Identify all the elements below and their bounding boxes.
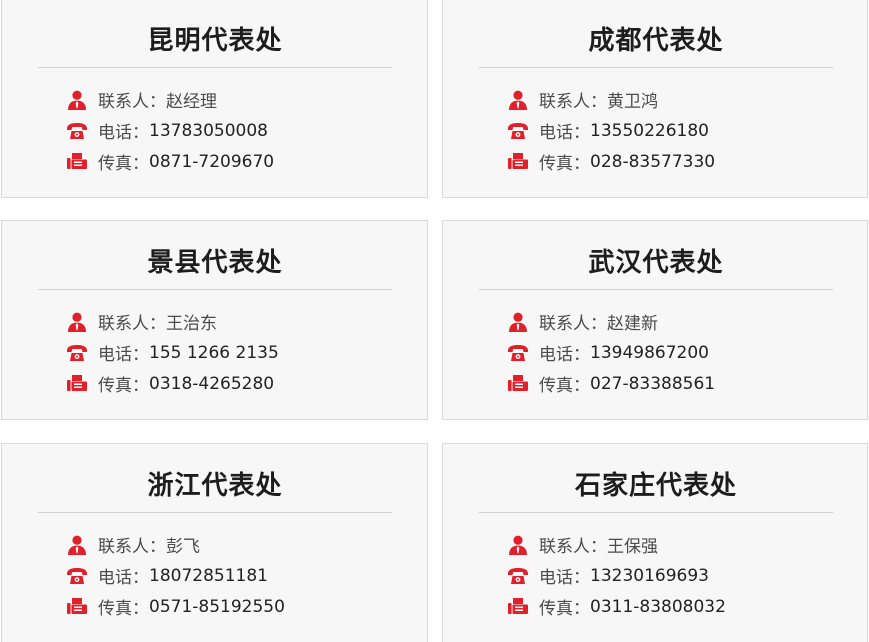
contact-row: 联系人： 王治东 xyxy=(66,306,279,337)
phone-row: 电话： 13949867200 xyxy=(507,337,715,368)
office-info: 联系人： 赵建新 电话： 13949867200 传真： 027-8338856… xyxy=(507,306,715,399)
fax-row: 传真： 0318-4265280 xyxy=(66,368,279,399)
phone-number[interactable]: 155 1266 2135 xyxy=(149,343,279,363)
contact-label: 联系人： xyxy=(539,314,607,334)
phone-label: 电话： xyxy=(539,568,590,588)
phone-icon xyxy=(66,120,88,142)
office-title: 景县代表处 xyxy=(147,248,283,278)
office-card: 成都代表处 联系人： 黄卫鸿 电话： 13550226180 传真： 028-8… xyxy=(442,0,868,198)
contact-name: 黄卫鸿 xyxy=(607,92,658,112)
office-card: 浙江代表处 联系人： 彭飞 电话： 18072851181 传真： 0571-8… xyxy=(1,443,428,642)
office-info: 联系人： 王治东 电话： 155 1266 2135 传真： 0318-4265… xyxy=(66,306,279,399)
contact-label: 联系人： xyxy=(98,537,166,557)
office-info: 联系人： 赵经理 电话： 13783050008 传真： 0871-720967… xyxy=(66,84,274,177)
fax-row: 传真： 0571-85192550 xyxy=(66,591,285,622)
person-icon xyxy=(66,89,88,111)
contact-label: 联系人： xyxy=(98,314,166,334)
phone-row: 电话： 13550226180 xyxy=(507,115,715,146)
fax-number: 0571-85192550 xyxy=(149,596,285,617)
fax-label: 传真： xyxy=(539,599,590,619)
phone-number[interactable]: 13550226180 xyxy=(590,121,709,141)
office-card: 武汉代表处 联系人： 赵建新 电话： 13949867200 传真： 027-8… xyxy=(442,220,868,420)
phone-icon xyxy=(66,342,88,364)
office-title: 武汉代表处 xyxy=(588,248,724,278)
fax-number: 0311-83808032 xyxy=(590,596,726,617)
office-title: 浙江代表处 xyxy=(147,471,283,501)
fax-icon xyxy=(507,151,529,173)
contact-row: 联系人： 赵经理 xyxy=(66,84,274,115)
person-icon xyxy=(66,311,88,333)
phone-number[interactable]: 13949867200 xyxy=(590,343,709,363)
fax-icon xyxy=(507,596,529,618)
fax-icon xyxy=(507,373,529,395)
contact-row: 联系人： 黄卫鸿 xyxy=(507,84,715,115)
contact-label: 联系人： xyxy=(539,92,607,112)
fax-row: 传真： 0871-7209670 xyxy=(66,146,274,177)
contact-row: 联系人： 赵建新 xyxy=(507,306,715,337)
person-icon xyxy=(507,534,529,556)
person-icon xyxy=(507,89,529,111)
contact-row: 联系人： 王保强 xyxy=(507,529,726,560)
divider xyxy=(38,67,392,68)
fax-row: 传真： 028-83577330 xyxy=(507,146,715,177)
office-title: 昆明代表处 xyxy=(147,26,283,56)
phone-number[interactable]: 13783050008 xyxy=(149,121,268,141)
fax-icon xyxy=(66,151,88,173)
phone-icon xyxy=(507,342,529,364)
phone-icon xyxy=(507,565,529,587)
divider xyxy=(38,512,392,513)
contact-name: 赵经理 xyxy=(166,92,217,112)
contact-name: 赵建新 xyxy=(607,314,658,334)
phone-number[interactable]: 13230169693 xyxy=(590,566,709,586)
phone-row: 电话： 13783050008 xyxy=(66,115,274,146)
contact-name: 王保强 xyxy=(607,537,658,557)
office-title: 石家庄代表处 xyxy=(574,471,737,501)
fax-number: 0871-7209670 xyxy=(149,151,275,172)
divider xyxy=(38,289,392,290)
contact-label: 联系人： xyxy=(539,537,607,557)
fax-label: 传真： xyxy=(98,376,149,396)
fax-label: 传真： xyxy=(539,376,590,396)
divider xyxy=(479,289,833,290)
fax-label: 传真： xyxy=(98,154,149,174)
office-info: 联系人： 王保强 电话： 13230169693 传真： 0311-838080… xyxy=(507,529,726,622)
phone-row: 电话： 155 1266 2135 xyxy=(66,337,279,368)
office-card: 昆明代表处 联系人： 赵经理 电话： 13783050008 传真： 0871-… xyxy=(1,0,428,198)
phone-label: 电话： xyxy=(539,345,590,365)
fax-row: 传真： 0311-83808032 xyxy=(507,591,726,622)
phone-label: 电话： xyxy=(98,345,149,365)
phone-row: 电话： 13230169693 xyxy=(507,560,726,591)
office-info: 联系人： 彭飞 电话： 18072851181 传真： 0571-8519255… xyxy=(66,529,285,622)
fax-label: 传真： xyxy=(98,599,149,619)
phone-label: 电话： xyxy=(98,123,149,143)
phone-icon xyxy=(66,565,88,587)
phone-icon xyxy=(507,120,529,142)
contact-name: 王治东 xyxy=(166,314,217,334)
office-card: 石家庄代表处 联系人： 王保强 电话： 13230169693 传真： 0311… xyxy=(442,443,868,642)
divider xyxy=(479,67,833,68)
fax-label: 传真： xyxy=(539,154,590,174)
contact-name: 彭飞 xyxy=(166,537,200,557)
contact-label: 联系人： xyxy=(98,92,166,112)
person-icon xyxy=(507,311,529,333)
fax-icon xyxy=(66,373,88,395)
office-card: 景县代表处 联系人： 王治东 电话： 155 1266 2135 传真： 031… xyxy=(1,220,428,420)
contact-row: 联系人： 彭飞 xyxy=(66,529,285,560)
person-icon xyxy=(66,534,88,556)
office-title: 成都代表处 xyxy=(588,26,724,56)
office-info: 联系人： 黄卫鸿 电话： 13550226180 传真： 028-8357733… xyxy=(507,84,715,177)
offices-page: 昆明代表处 联系人： 赵经理 电话： 13783050008 传真： 0871-… xyxy=(0,0,869,642)
divider xyxy=(479,512,833,513)
fax-number: 028-83577330 xyxy=(590,151,716,172)
fax-row: 传真： 027-83388561 xyxy=(507,368,715,399)
fax-number: 027-83388561 xyxy=(590,373,716,394)
fax-icon xyxy=(66,596,88,618)
fax-number: 0318-4265280 xyxy=(149,373,275,394)
phone-label: 电话： xyxy=(539,123,590,143)
phone-number[interactable]: 18072851181 xyxy=(149,566,268,586)
phone-row: 电话： 18072851181 xyxy=(66,560,285,591)
phone-label: 电话： xyxy=(98,568,149,588)
